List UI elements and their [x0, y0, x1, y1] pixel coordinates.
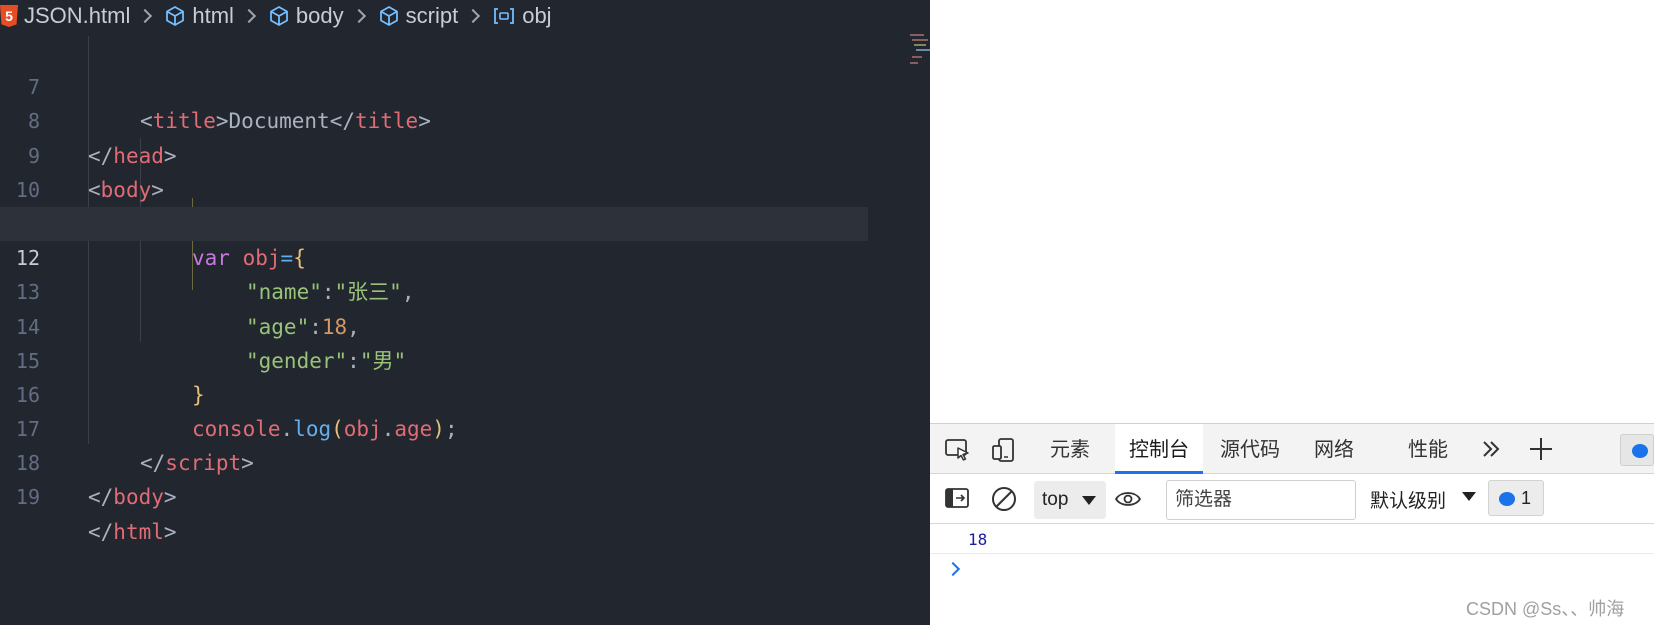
code-line[interactable]: 16 console.log(obj.age);: [0, 344, 900, 441]
code-line-active[interactable]: 12 "name":"张三",: [0, 206, 868, 304]
tab-sources[interactable]: 源代码: [1208, 424, 1292, 474]
tab-performance[interactable]: 性能: [1396, 424, 1460, 474]
feedback-button[interactable]: [1620, 434, 1654, 466]
breadcrumb-item-html[interactable]: html: [164, 0, 234, 32]
tab-elements[interactable]: 元素: [1038, 424, 1102, 474]
code-line[interactable]: 15 }: [0, 310, 900, 407]
console-log-value: 18: [968, 530, 988, 549]
element-cube-icon: [268, 5, 290, 27]
breadcrumb-item-label: body: [295, 3, 344, 28]
watermark: CSDN @Ss、、帅海: [1466, 599, 1625, 619]
context-select[interactable]: top: [1034, 481, 1106, 519]
tab-console[interactable]: 控制台: [1115, 424, 1203, 474]
code-editor[interactable]: 5 JSON.html html body script obj 7 <titl…: [0, 0, 930, 625]
breadcrumb-item-label: script: [405, 3, 459, 28]
clear-console-icon[interactable]: [990, 485, 1018, 511]
minimap[interactable]: [910, 34, 932, 74]
add-tab-icon[interactable]: [1528, 436, 1556, 462]
issues-counter-button[interactable]: 1: [1488, 480, 1544, 516]
breadcrumb-item-label: obj: [522, 3, 552, 28]
device-emulation-icon[interactable]: [990, 437, 1018, 463]
breadcrumb-item-obj[interactable]: obj: [492, 0, 552, 32]
more-tabs-icon[interactable]: [1480, 438, 1508, 464]
code-line[interactable]: 10 <script>: [0, 139, 900, 236]
line-number: 19: [15, 485, 40, 510]
chevron-right-icon: [241, 8, 256, 24]
console-prompt-chevron-icon[interactable]: [945, 561, 961, 577]
chevron-right-icon: [351, 8, 366, 24]
code-line[interactable]: 14 "gender":"男": [0, 275, 900, 373]
element-cube-icon: [164, 5, 186, 27]
code-line[interactable]: 9 <body>: [0, 104, 900, 202]
message-bubble-icon: [1632, 444, 1648, 458]
log-levels-dropdown[interactable]: 默认级别: [1370, 486, 1476, 513]
breadcrumb: 5 JSON.html html body script obj: [0, 0, 930, 32]
code-line[interactable]: 18 </body>: [0, 412, 900, 509]
context-select-value: top: [1042, 489, 1069, 510]
code-area[interactable]: 7 <title>Document</title> 8 </head> 9 <b…: [0, 36, 900, 544]
code-line[interactable]: 13 "age":18,: [0, 241, 900, 338]
code-line[interactable]: 8 </head>: [0, 70, 900, 167]
console-message-row[interactable]: 18: [930, 524, 1654, 554]
line-content: </body>: [88, 485, 177, 510]
inspect-element-icon[interactable]: [944, 437, 972, 463]
message-bubble-icon: [1499, 492, 1515, 506]
code-line[interactable]: 19 </html>: [0, 446, 900, 543]
log-levels-label: 默认级别: [1370, 491, 1447, 512]
console-toolbar: top 默认级别 1: [930, 474, 1654, 524]
breadcrumb-item-label: html: [192, 3, 234, 28]
chevron-right-icon: [466, 8, 481, 24]
breadcrumb-file[interactable]: 5 JSON.html: [0, 0, 130, 32]
variable-icon: [492, 5, 516, 27]
sidebar-toggle-icon[interactable]: [944, 486, 972, 512]
live-expression-eye-icon[interactable]: [1114, 486, 1142, 512]
devtools-tabbar: 元素 控制台 源代码 网络 性能: [930, 424, 1654, 474]
tab-network[interactable]: 网络: [1302, 424, 1366, 474]
breadcrumb-item-script[interactable]: script: [378, 0, 459, 32]
code-line[interactable]: 11 var obj={: [0, 173, 900, 270]
element-cube-icon: [378, 5, 400, 27]
breadcrumb-item-body[interactable]: body: [268, 0, 344, 32]
dropdown-caret-icon: [1462, 492, 1476, 501]
code-line[interactable]: 17 </script>: [0, 378, 900, 475]
filter-input[interactable]: [1166, 480, 1356, 520]
line-content: </html>: [88, 519, 177, 544]
html5-file-icon: 5: [0, 5, 18, 27]
issues-count: 1: [1521, 488, 1532, 508]
chevron-right-icon: [138, 8, 153, 24]
breadcrumb-file-label: JSON.html: [24, 3, 131, 28]
code-line[interactable]: 7 <title>Document</title>: [0, 36, 900, 133]
browser-viewport[interactable]: [930, 0, 1654, 423]
dropdown-caret-icon: [1082, 496, 1096, 505]
